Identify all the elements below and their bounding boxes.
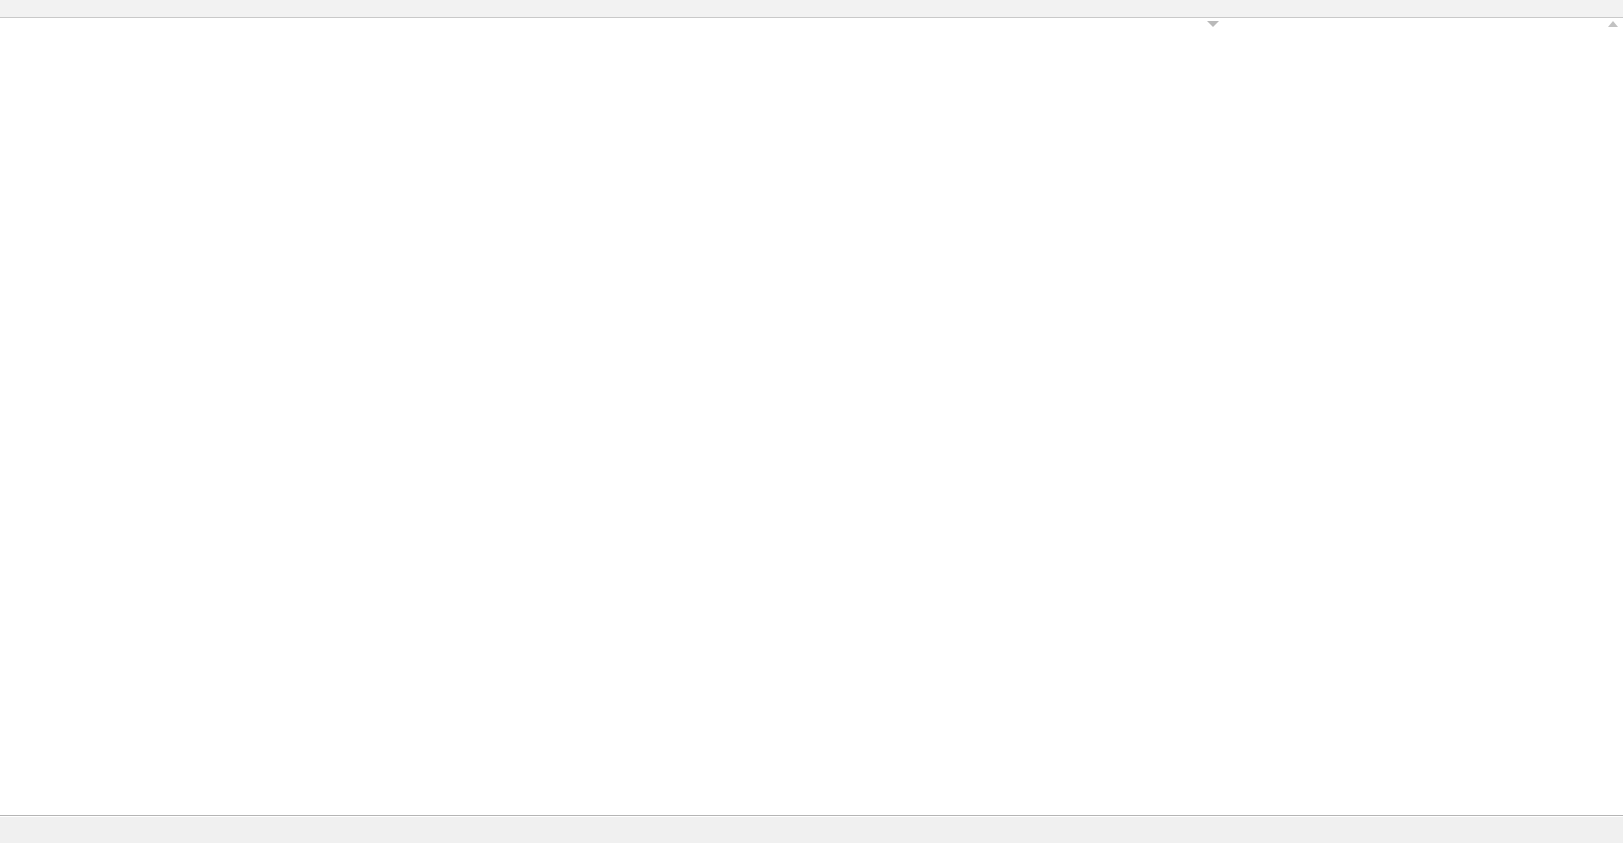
chart-tab-bar xyxy=(0,815,1623,843)
price-chart-canvas[interactable] xyxy=(0,0,1623,843)
tab-scroll-arrows xyxy=(1599,816,1615,843)
timeframe-toolbar xyxy=(0,0,1623,18)
mt4-application-window xyxy=(0,0,1623,843)
